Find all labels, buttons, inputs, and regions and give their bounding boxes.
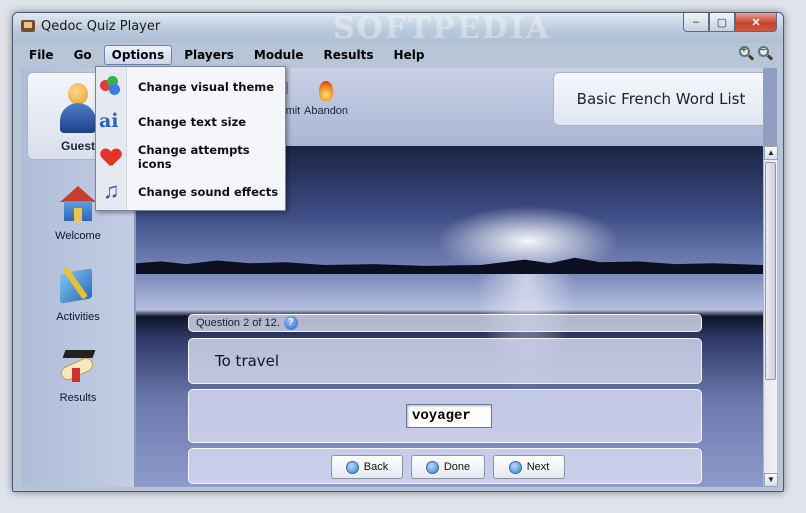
user-icon	[58, 83, 98, 135]
menu-item-change-visual-theme[interactable]: Change visual theme	[96, 69, 287, 104]
title-bar: Qedoc Quiz Player SOFTPEDIA – ▢ ✕	[13, 12, 783, 46]
menu-bar: File Go Options Players Module Results H…	[21, 44, 777, 66]
sidebar-item-activities[interactable]: Activities	[21, 265, 135, 323]
menu-results[interactable]: Results	[315, 45, 381, 65]
close-button[interactable]: ✕	[735, 13, 777, 32]
menu-item-change-attempts-icons[interactable]: Change attempts icons	[96, 139, 287, 174]
sidebar-item-results[interactable]: Results	[21, 346, 135, 404]
answer-input[interactable]: voyager	[406, 404, 492, 428]
menu-item-label: Change text size	[138, 114, 247, 129]
back-button[interactable]: Back	[331, 455, 403, 479]
treeline	[136, 257, 763, 274]
options-dropdown: Change visual theme ai Change text size …	[95, 66, 286, 211]
menu-item-label: Change attempts icons	[137, 142, 250, 171]
done-button[interactable]: Done	[411, 455, 485, 479]
menu-help[interactable]: Help	[386, 45, 433, 65]
menu-item-label: Change visual theme	[138, 79, 275, 94]
next-button[interactable]: Next	[493, 455, 565, 479]
minimize-button[interactable]: –	[683, 13, 709, 32]
next-arrow-icon	[508, 460, 522, 474]
back-arrow-icon	[345, 460, 359, 474]
done-icon	[425, 460, 439, 474]
menu-go[interactable]: Go	[66, 45, 100, 65]
flame-icon	[315, 80, 337, 102]
question-progress: Question 2 of 12.	[196, 317, 280, 329]
answer-panel: voyager	[188, 389, 702, 443]
watermark: SOFTPEDIA	[333, 12, 552, 46]
abandon-label: Abandon	[304, 105, 349, 117]
menu-file[interactable]: File	[21, 45, 62, 65]
vertical-scrollbar[interactable]: ▲ ▼	[763, 146, 778, 487]
menu-options[interactable]: Options	[103, 45, 173, 65]
scroll-down-button[interactable]: ▼	[764, 473, 778, 487]
window-title: Qedoc Quiz Player	[41, 19, 161, 34]
zoom-in-icon[interactable]: +	[739, 45, 755, 62]
menu-module[interactable]: Module	[246, 45, 312, 65]
menu-item-change-sound-effects[interactable]: ♫ Change sound effects	[96, 174, 287, 209]
sidebar-item-label: Results	[59, 392, 97, 404]
navigation-bar: Back Done Next	[188, 448, 702, 484]
help-icon[interactable]: ?	[283, 316, 298, 330]
menu-item-label: Change sound effects	[138, 184, 279, 199]
palette-icon	[96, 69, 127, 104]
house-icon	[56, 184, 100, 224]
scroll-thumb[interactable]	[765, 162, 776, 380]
done-label: Done	[443, 461, 471, 473]
module-title: Basic French Word List	[553, 72, 763, 126]
menu-players[interactable]: Players	[176, 45, 242, 65]
sidebar-item-label: Welcome	[55, 230, 101, 242]
pencil-book-icon	[56, 265, 100, 305]
music-note-icon: ♫	[103, 178, 120, 203]
question-counter: Question 2 of 12. ?	[188, 314, 702, 332]
app-icon	[21, 20, 35, 32]
sidebar-item-label: Activities	[56, 311, 100, 323]
zoom-out-icon[interactable]: −	[758, 45, 774, 62]
heart-icon	[96, 139, 127, 174]
abandon-button[interactable]: Abandon	[304, 80, 348, 117]
graduation-icon	[56, 346, 100, 386]
text-size-icon: ai	[99, 110, 119, 132]
back-label: Back	[363, 461, 389, 473]
menu-item-change-text-size[interactable]: ai Change text size	[96, 104, 287, 139]
next-label: Next	[526, 461, 550, 473]
maximize-button[interactable]: ▢	[709, 13, 735, 32]
question-panel: To travel	[188, 338, 702, 384]
scroll-up-button[interactable]: ▲	[764, 146, 778, 160]
question-text: To travel	[215, 352, 280, 370]
